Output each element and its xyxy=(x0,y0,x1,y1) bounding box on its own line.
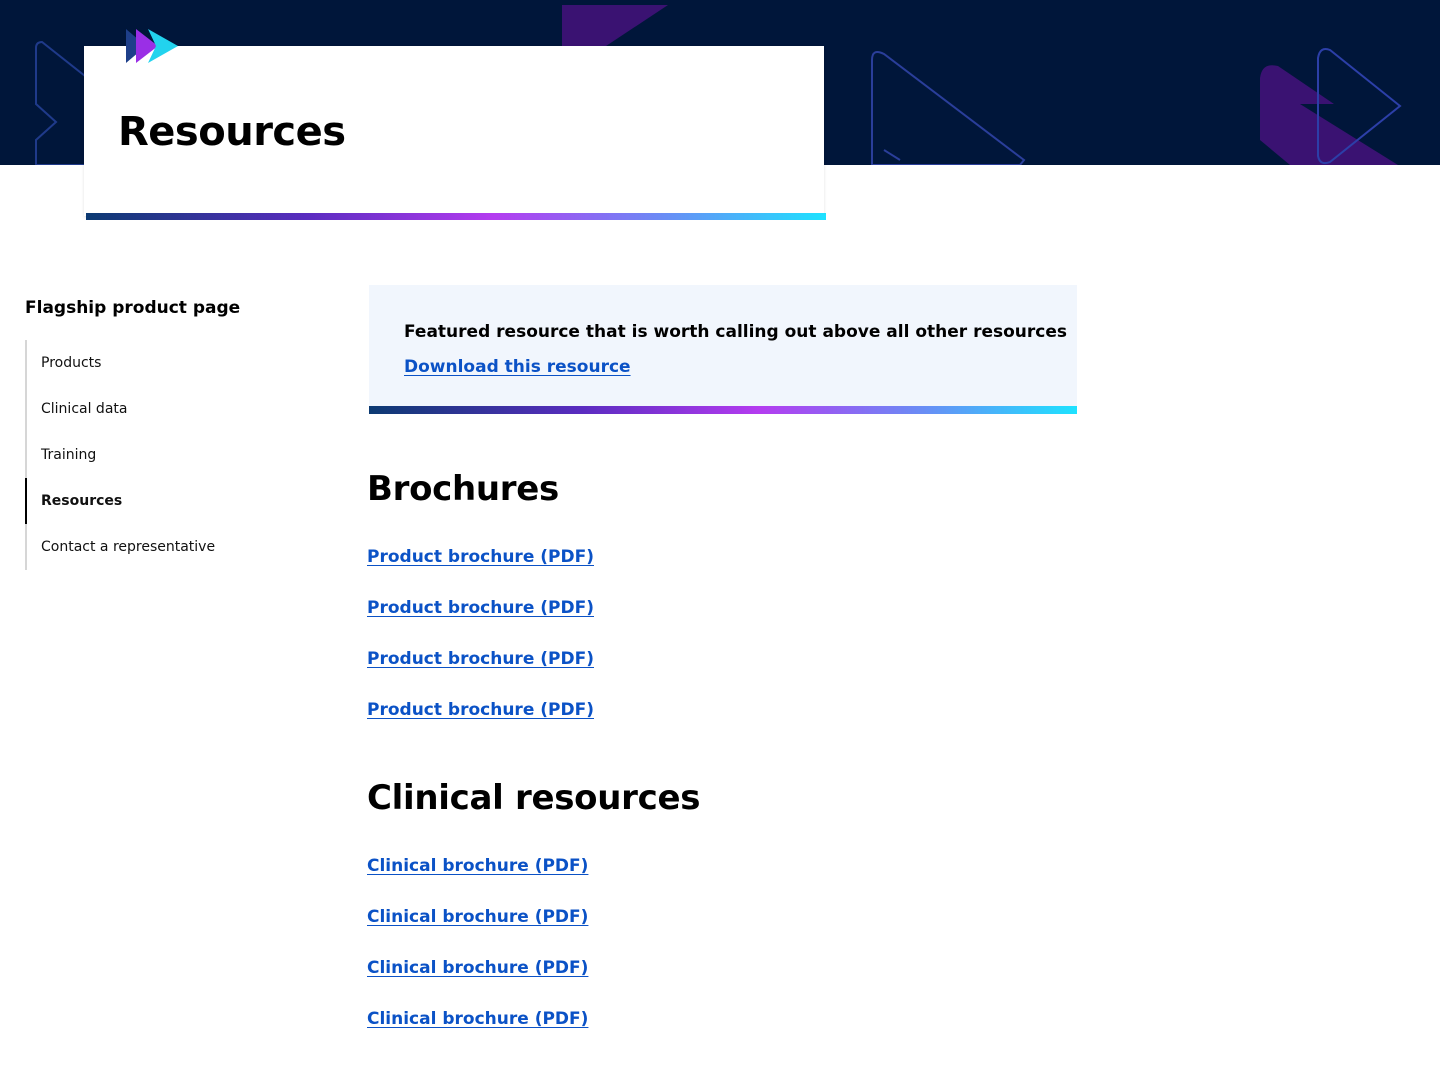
clinical-brochure-link[interactable]: Clinical brochure (PDF) xyxy=(367,856,588,876)
hero-shape xyxy=(35,40,91,165)
main-content: Featured resource that is worth calling … xyxy=(367,285,1077,1029)
clinical-brochure-link[interactable]: Clinical brochure (PDF) xyxy=(367,907,588,927)
clinical-resources-list: Clinical brochure (PDF) Clinical brochur… xyxy=(367,854,967,1058)
sidenav-item-resources[interactable]: Resources xyxy=(25,478,325,524)
sidenav-item-contact-representative[interactable]: Contact a representative xyxy=(25,524,325,570)
page-title: Resources xyxy=(118,109,346,155)
list-item: Clinical brochure (PDF) xyxy=(367,1007,967,1058)
product-brochure-link[interactable]: Product brochure (PDF) xyxy=(367,547,594,567)
hero-shape xyxy=(871,51,1026,165)
product-brochure-link[interactable]: Product brochure (PDF) xyxy=(367,700,594,720)
brochures-list: Product brochure (PDF) Product brochure … xyxy=(367,545,967,749)
clinical-resources-heading: Clinical resources xyxy=(367,778,701,818)
title-gradient-bar xyxy=(86,213,826,220)
brochures-heading: Brochures xyxy=(367,469,559,509)
featured-resource-text: Featured resource that is worth calling … xyxy=(404,322,1068,342)
clinical-brochure-link[interactable]: Clinical brochure (PDF) xyxy=(367,1009,588,1029)
sidenav-item-training[interactable]: Training xyxy=(25,432,325,478)
clinical-brochure-link[interactable]: Clinical brochure (PDF) xyxy=(367,958,588,978)
brochures-section: Brochures Product brochure (PDF) Product… xyxy=(367,469,594,720)
product-brochure-link[interactable]: Product brochure (PDF) xyxy=(367,649,594,669)
list-item: Product brochure (PDF) xyxy=(367,545,967,596)
side-navigation: Flagship product page Products Clinical … xyxy=(25,296,325,570)
list-item: Clinical brochure (PDF) xyxy=(367,956,967,1007)
list-item: Product brochure (PDF) xyxy=(367,596,967,647)
hero-shape xyxy=(883,149,901,161)
list-item: Product brochure (PDF) xyxy=(367,647,967,698)
featured-resource-card: Featured resource that is worth calling … xyxy=(369,285,1077,414)
hero-shape xyxy=(1260,65,1398,165)
sidenav-list: Products Clinical data Training Resource… xyxy=(25,340,325,570)
triple-chevron-logo-icon xyxy=(126,29,178,63)
hero-shape xyxy=(562,5,668,50)
sidenav-item-products[interactable]: Products xyxy=(25,340,325,386)
product-brochure-link[interactable]: Product brochure (PDF) xyxy=(367,598,594,618)
sidenav-title: Flagship product page xyxy=(25,298,241,318)
list-item: Clinical brochure (PDF) xyxy=(367,905,967,956)
download-resource-link[interactable]: Download this resource xyxy=(404,355,631,379)
page-title-card: Resources xyxy=(84,46,824,216)
sidenav-item-clinical-data[interactable]: Clinical data xyxy=(25,386,325,432)
featured-gradient-bar xyxy=(369,406,1077,414)
list-item: Product brochure (PDF) xyxy=(367,698,967,749)
clinical-resources-section: Clinical resources Clinical brochure (PD… xyxy=(367,778,701,1029)
list-item: Clinical brochure (PDF) xyxy=(367,854,967,905)
